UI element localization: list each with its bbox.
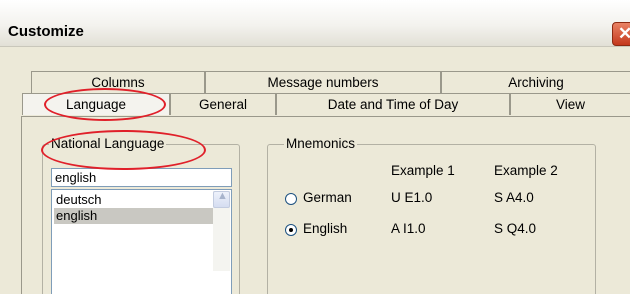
scroll-up-arrow-icon: ▲ — [217, 190, 228, 202]
window-title: Customize — [8, 23, 84, 40]
tab-view[interactable]: View — [510, 93, 630, 115]
title-bar: Customize ✕ — [0, 0, 630, 47]
english-radio[interactable] — [285, 224, 297, 236]
tab-archiving[interactable]: Archiving — [441, 71, 630, 93]
scroll-up-button[interactable]: ▲ — [213, 190, 230, 208]
english-example-1: A I1.0 — [391, 221, 426, 236]
close-button[interactable]: ✕ — [612, 22, 630, 46]
example-1-header: Example 1 — [391, 163, 455, 178]
national-language-field[interactable]: english — [51, 168, 232, 187]
german-example-1: U E1.0 — [391, 190, 433, 205]
german-radio[interactable] — [285, 193, 297, 205]
german-radio-label[interactable]: German — [303, 190, 352, 205]
mnemonics-legend: Mnemonics — [284, 136, 358, 151]
close-icon: ✕ — [618, 24, 630, 43]
list-scrollbar[interactable]: ▲ — [213, 190, 230, 271]
tab-message-numbers[interactable]: Message numbers — [205, 71, 441, 93]
language-tab-highlight — [44, 88, 166, 121]
customize-dialog: Customize ✕ Columns Message numbers Arch… — [0, 0, 630, 294]
english-radio-label[interactable]: English — [303, 221, 347, 236]
tab-general[interactable]: General — [170, 93, 276, 115]
national-language-highlight — [41, 130, 206, 170]
tab-date-and-time[interactable]: Date and Time of Day — [276, 93, 510, 115]
national-language-list[interactable]: deutsch english ▲ — [51, 189, 232, 294]
example-2-header: Example 2 — [494, 163, 558, 178]
english-example-2: S Q4.0 — [494, 221, 537, 236]
german-example-2: S A4.0 — [494, 190, 534, 205]
list-item[interactable]: deutsch — [54, 192, 216, 208]
list-item[interactable]: english — [54, 208, 216, 224]
